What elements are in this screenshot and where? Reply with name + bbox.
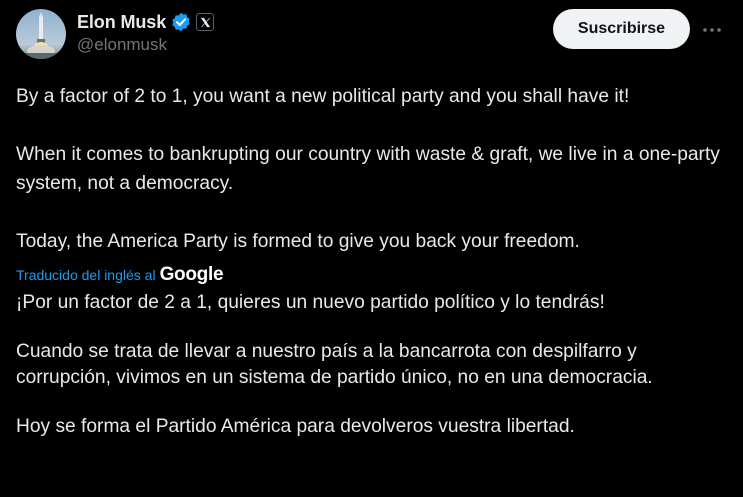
translated-from-link[interactable]: Traducido del inglés al — [16, 267, 156, 283]
tweet-paragraph: Today, the America Party is formed to gi… — [16, 231, 580, 252]
rocket-launch-avatar-icon — [16, 9, 66, 59]
avatar[interactable] — [16, 9, 66, 59]
tweet-body: By a factor of 2 to 1, you want a new po… — [16, 82, 731, 256]
verified-badge-icon[interactable] — [171, 12, 191, 32]
translated-paragraph: ¡Por un factor de 2 a 1, quieres un nuev… — [16, 292, 605, 313]
x-logo-icon — [196, 13, 215, 31]
translated-paragraph: Hoy se forma el Partido América para dev… — [16, 416, 575, 437]
author-handle[interactable]: @elonmusk — [77, 35, 167, 55]
tweet-paragraph: When it comes to bankrupting our country… — [16, 144, 720, 194]
translated-body: ¡Por un factor de 2 a 1, quieres un nuev… — [16, 290, 731, 463]
author-name-row: Elon Musk — [77, 9, 215, 35]
subscribe-button[interactable]: Suscribirse — [553, 9, 690, 49]
author-display-name[interactable]: Elon Musk — [77, 12, 166, 33]
tweet-paragraph: By a factor of 2 to 1, you want a new po… — [16, 86, 630, 107]
translation-attribution: Traducido del inglés al Google — [16, 263, 224, 287]
google-logo: Google — [159, 264, 224, 285]
more-options-icon[interactable] — [700, 19, 724, 41]
translated-paragraph: Cuando se trata de llevar a nuestro país… — [16, 341, 653, 388]
